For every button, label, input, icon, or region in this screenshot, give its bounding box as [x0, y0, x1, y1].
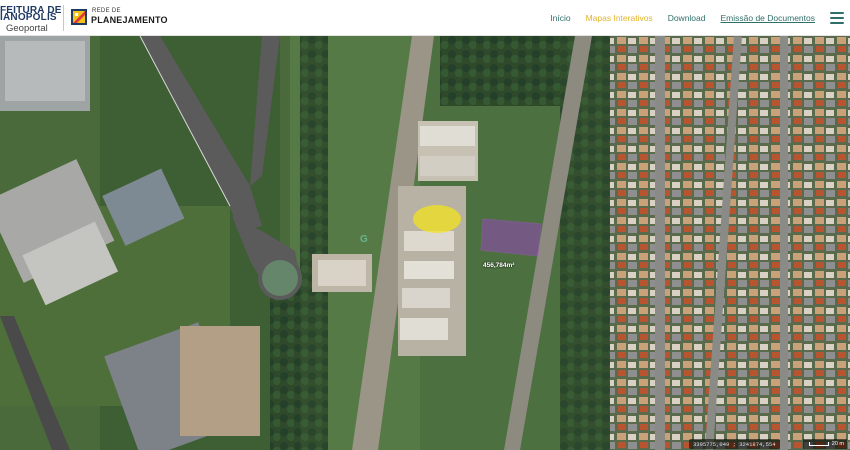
coordinates-readout: 3395775,049 ; 3241874,554 [689, 439, 780, 449]
brand-line2: IANOPOLIS [0, 12, 57, 23]
prefeitura-logo[interactable]: FEITURA DE IANOPOLIS Geoportal [0, 3, 61, 34]
brand-divider [63, 5, 64, 31]
map-watermark: G [360, 234, 369, 245]
map-imagery [0, 36, 850, 450]
nav-download[interactable]: Download [668, 13, 706, 23]
satellite-map[interactable]: G 456,784m² [0, 36, 850, 450]
main-nav: Início Mapas Interativos Download Emissã… [550, 0, 850, 36]
scale-label: 20 m [831, 441, 844, 447]
hamburger-icon[interactable] [830, 12, 844, 24]
brand-rede-top: REDE DE [92, 8, 121, 14]
scale-bar: 20 m [803, 439, 847, 449]
app-header: FEITURA DE IANOPOLIS Geoportal REDE DE P… [0, 0, 850, 36]
scale-line [808, 442, 829, 446]
nav-inicio[interactable]: Início [550, 13, 570, 23]
rede-logo-icon [71, 9, 87, 25]
nav-mapas-interativos[interactable]: Mapas Interativos [586, 13, 653, 23]
nav-emissao-documentos[interactable]: Emissão de Documentos [721, 13, 816, 23]
brand-rede-main: PLANEJAMENTO [91, 15, 168, 25]
coords-text: 3395775,049 ; 3241874,554 [693, 440, 776, 448]
parcel-area-label: 456,784m² [483, 262, 515, 269]
brand-geoportal: Geoportal [6, 23, 48, 34]
rede-planejamento-logo[interactable]: REDE DE PLANEJAMENTO [70, 4, 170, 32]
